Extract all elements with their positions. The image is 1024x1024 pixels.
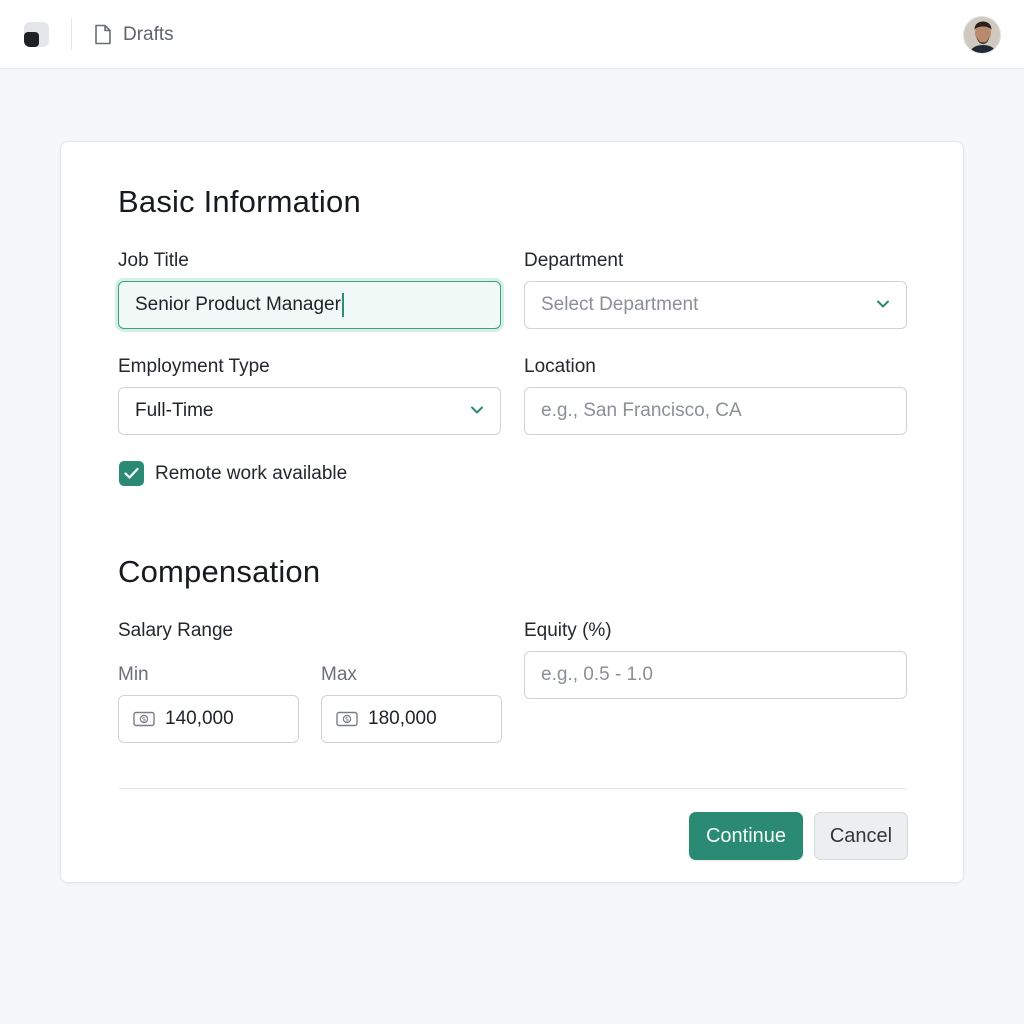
text-caret <box>341 293 344 317</box>
checkmark-icon <box>124 467 139 479</box>
job-title-label: Job Title <box>118 250 189 271</box>
topbar-divider <box>71 18 72 50</box>
employment-type-select[interactable]: Full-Time <box>118 387 501 435</box>
section-title-basic-information: Basic Information <box>118 184 361 219</box>
salary-min-value: 140,000 <box>165 708 234 729</box>
salary-max-value: 180,000 <box>368 708 437 729</box>
job-title-value: Senior Product Manager <box>135 294 341 315</box>
chevron-down-icon <box>471 406 483 414</box>
remote-work-checkbox[interactable] <box>119 461 144 486</box>
money-icon: $ <box>336 711 358 727</box>
employment-type-label: Employment Type <box>118 356 270 377</box>
equity-placeholder: e.g., 0.5 - 1.0 <box>541 664 653 685</box>
department-label: Department <box>524 250 624 271</box>
location-input[interactable]: e.g., San Francisco, CA <box>524 387 907 435</box>
cancel-button[interactable]: Cancel <box>814 812 908 860</box>
document-icon <box>95 24 111 45</box>
continue-button[interactable]: Continue <box>689 812 803 860</box>
chevron-down-icon <box>877 300 889 308</box>
salary-min-input[interactable]: $ 140,000 <box>118 695 299 743</box>
location-label: Location <box>524 356 596 377</box>
breadcrumb-drafts[interactable]: Drafts <box>123 24 174 46</box>
job-title-input[interactable]: Senior Product Manager <box>118 281 501 329</box>
equity-input[interactable]: e.g., 0.5 - 1.0 <box>524 651 907 699</box>
salary-range-label: Salary Range <box>118 620 234 641</box>
salary-max-label: Max <box>321 664 357 685</box>
department-placeholder: Select Department <box>541 294 699 315</box>
svg-text:$: $ <box>345 716 349 724</box>
salary-max-input[interactable]: $ 180,000 <box>321 695 502 743</box>
salary-min-label: Min <box>118 664 149 685</box>
location-placeholder: e.g., San Francisco, CA <box>541 400 742 421</box>
equity-label: Equity (%) <box>524 620 612 641</box>
top-bar: Drafts <box>0 0 1024 69</box>
department-select[interactable]: Select Department <box>524 281 907 329</box>
section-title-compensation: Compensation <box>118 554 321 589</box>
form-divider <box>119 788 907 789</box>
svg-text:$: $ <box>142 716 146 724</box>
remote-work-label[interactable]: Remote work available <box>155 463 347 485</box>
user-avatar[interactable] <box>963 16 1001 54</box>
employment-type-value: Full-Time <box>135 400 214 421</box>
job-form-card: Basic Information Job Title Senior Produ… <box>60 141 964 883</box>
money-icon: $ <box>133 711 155 727</box>
avatar-image <box>964 17 1000 53</box>
app-logo-icon[interactable] <box>24 22 49 47</box>
